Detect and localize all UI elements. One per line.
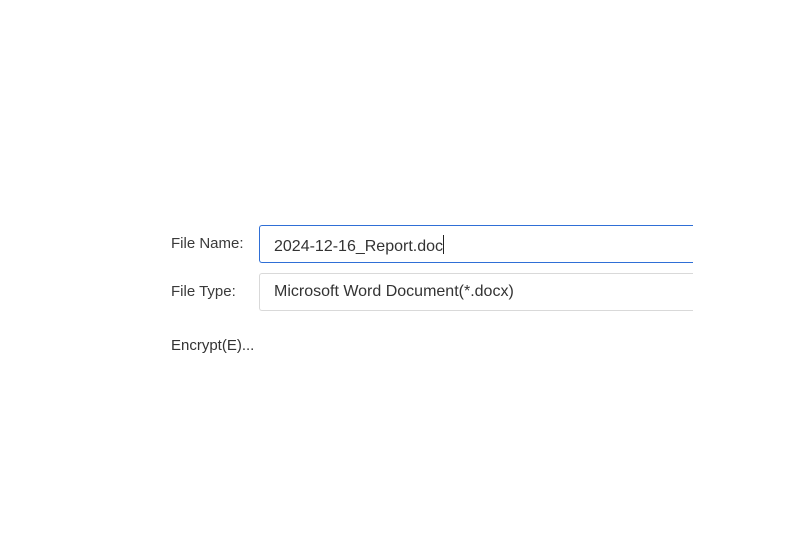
file-name-label: File Name: [171,235,244,252]
file-name-value: 2024-12-16_Report.doc [274,235,445,256]
file-name-text: 2024-12-16_Report.doc [274,238,444,255]
file-name-input[interactable]: 2024-12-16_Report.doc [259,225,693,263]
text-caret [443,235,445,254]
file-type-select[interactable]: Microsoft Word Document(*.docx) [259,273,693,311]
save-dialog-body: File Name: 2024-12-16_Report.doc File Ty… [0,0,800,533]
encrypt-button[interactable]: Encrypt(E)... [171,337,254,354]
file-type-selected-value: Microsoft Word Document(*.docx) [274,283,514,300]
file-type-label: File Type: [171,283,236,300]
